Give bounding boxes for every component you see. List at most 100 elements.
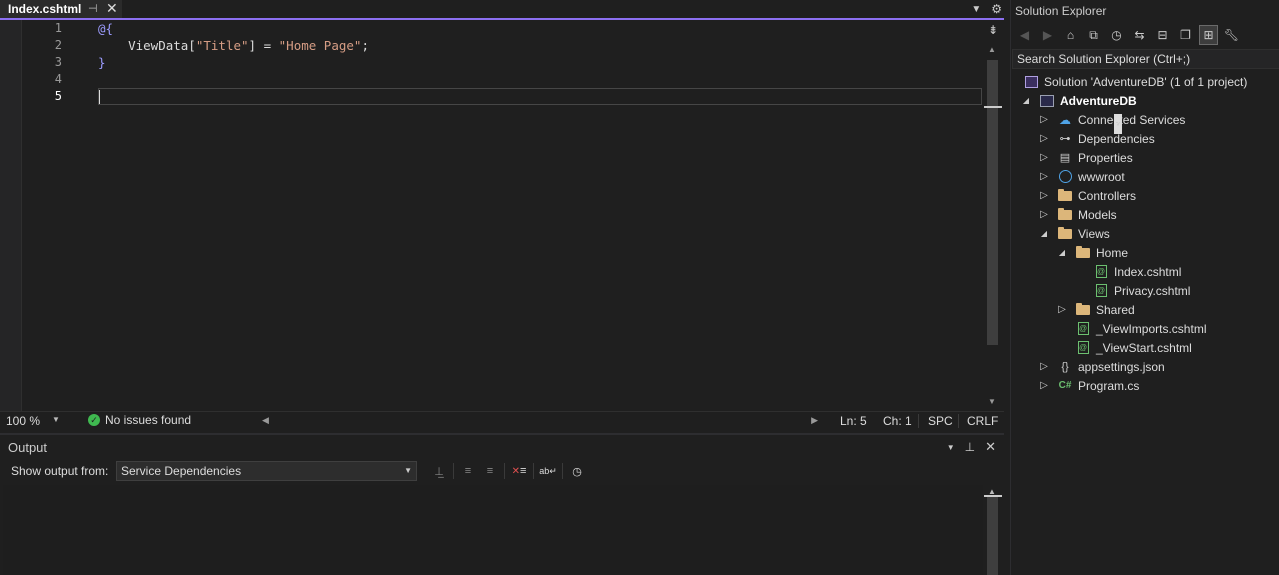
issues-text: No issues found <box>105 413 192 427</box>
expanded-arrow-icon[interactable]: ◢ <box>1019 96 1033 105</box>
code-token: "Home Page" <box>278 38 362 53</box>
find-message-icon[interactable]: ⊥̲ <box>428 462 450 480</box>
close-icon[interactable]: ✕ <box>985 439 996 455</box>
issues-indicator[interactable]: ✓ No issues found <box>88 413 191 427</box>
toggle-word-wrap-icon[interactable]: ab↵ <box>537 462 559 480</box>
code-line[interactable]: } <box>98 55 106 70</box>
zoom-dropdown-icon[interactable]: ▼ <box>52 415 60 424</box>
line-indicator[interactable]: Ln: 5 <box>840 414 867 428</box>
collapsed-arrow-icon[interactable]: ▷ <box>1037 133 1051 144</box>
pin-icon[interactable]: ⊣ <box>88 2 98 15</box>
expanded-arrow-icon[interactable]: ◢ <box>1037 229 1051 238</box>
folder-icon <box>1075 302 1091 317</box>
collapsed-arrow-icon[interactable]: ▷ <box>1037 114 1051 125</box>
tree-item[interactable]: ▷ Models <box>1037 205 1117 224</box>
solution-explorer-title: Solution Explorer <box>1015 4 1107 18</box>
collapse-all-icon[interactable]: ⊟ <box>1153 25 1172 45</box>
tree-item[interactable]: ▷ C# Program.cs <box>1037 376 1139 395</box>
switch-views-icon[interactable]: ⧉ <box>1084 25 1103 45</box>
tree-item[interactable]: ▷ Shared <box>1055 300 1135 319</box>
tree-item[interactable]: ◢ Views <box>1037 224 1110 243</box>
tree-item[interactable]: ◢ AdventureDB <box>1019 91 1137 110</box>
tree-item[interactable]: @ _ViewStart.cshtml <box>1055 338 1192 357</box>
tree-item[interactable]: @ Index.cshtml <box>1073 262 1181 281</box>
tree-item[interactable]: Solution 'AdventureDB' (1 of 1 project) <box>1023 72 1247 91</box>
line-number: 3 <box>54 55 62 69</box>
tree-item-label: Controllers <box>1078 188 1137 203</box>
json-file-icon: {} <box>1061 360 1069 373</box>
expanded-arrow-icon[interactable]: ◢ <box>1055 248 1069 257</box>
tree-item[interactable]: ▷ ▤ Properties <box>1037 148 1133 167</box>
razor-file-icon: @ <box>1077 341 1089 354</box>
output-title: Output <box>8 440 48 455</box>
tree-item-label: wwwroot <box>1078 169 1125 184</box>
preview-selected-items-icon[interactable]: ⊞ <box>1199 25 1218 45</box>
previous-message-icon[interactable]: ≡ <box>457 462 479 480</box>
scroll-down-icon[interactable]: ▼ <box>988 397 996 406</box>
whitespace-indicator[interactable]: SPC <box>928 414 953 428</box>
collapsed-arrow-icon[interactable]: ▷ <box>1037 209 1051 220</box>
settings-gear-icon[interactable]: ⚙ <box>991 2 1002 16</box>
tree-item-label: Solution 'AdventureDB' (1 of 1 project) <box>1044 74 1248 89</box>
pending-changes-filter-icon[interactable]: ◷ <box>1107 25 1126 45</box>
scrollbar-thumb[interactable] <box>987 497 998 575</box>
scrollbar-thumb[interactable] <box>987 60 998 345</box>
sync-with-document-icon[interactable]: ⇆ <box>1130 25 1149 45</box>
zoom-level[interactable]: 100 % <box>6 414 40 428</box>
close-icon[interactable]: ✕ <box>106 0 118 17</box>
folder-icon <box>1075 245 1091 260</box>
next-message-icon[interactable]: ≡ <box>479 462 501 480</box>
output-toolbar: ⊥̲ ≡ ≡ ✕ ≡ ab↵ ◷ <box>428 462 588 480</box>
output-text-area[interactable] <box>3 485 983 575</box>
output-source-select[interactable]: Service Dependencies ▼ <box>116 461 417 481</box>
scroll-right-icon[interactable]: ▶ <box>811 415 818 426</box>
collapsed-arrow-icon[interactable]: ▷ <box>1037 152 1051 163</box>
home-icon[interactable]: ⌂ <box>1061 25 1080 45</box>
tab-title: Index.cshtml <box>8 2 82 16</box>
tree-item-label: Shared <box>1096 302 1135 317</box>
show-all-files-icon[interactable]: ❐ <box>1176 25 1195 45</box>
tab-list-dropdown-icon[interactable]: ▼ <box>971 4 981 15</box>
tree-item-label: Privacy.cshtml <box>1114 283 1191 298</box>
code-line[interactable]: @{ <box>98 21 113 36</box>
collapsed-arrow-icon[interactable]: ▷ <box>1037 171 1051 182</box>
properties-wrench-icon[interactable]: 🔧︎ <box>1222 25 1241 45</box>
code-token: ViewData[ <box>98 38 196 53</box>
code-line[interactable]: ViewData["Title"] = "Home Page"; <box>98 38 369 53</box>
editor-horizontal-scrollbar[interactable]: ◀ ▶ <box>262 415 818 427</box>
connected-services-icon: ☁ <box>1059 112 1071 127</box>
code-token: ; <box>361 38 369 53</box>
clear-all-icon[interactable]: ✕ ≡ <box>508 462 530 480</box>
tree-item[interactable]: ▷ {} appsettings.json <box>1037 357 1165 376</box>
forward-icon[interactable]: ▶ <box>1038 25 1057 45</box>
tree-item[interactable]: @ Privacy.cshtml <box>1073 281 1190 300</box>
collapsed-arrow-icon[interactable]: ▷ <box>1037 380 1051 391</box>
editor-vertical-scrollbar[interactable]: ⇟ ▲ ▼ <box>984 20 1002 411</box>
pin-icon[interactable]: ⊥ <box>965 440 975 454</box>
output-source-value: Service Dependencies <box>121 464 242 478</box>
tree-item[interactable]: ▷ wwwroot <box>1037 167 1125 186</box>
scroll-up-icon[interactable]: ▲ <box>988 487 996 496</box>
tree-item[interactable]: @ _ViewImports.cshtml <box>1055 319 1206 338</box>
split-window-icon[interactable]: ⇟ <box>988 23 998 37</box>
output-vertical-scrollbar[interactable]: ▲ <box>984 485 1002 575</box>
window-position-dropdown-icon[interactable]: ▼ <box>947 443 955 452</box>
tree-item[interactable]: ◢ Home <box>1055 243 1128 262</box>
char-indicator[interactable]: Ch: 1 <box>883 414 912 428</box>
search-solution-input[interactable]: Search Solution Explorer (Ctrl+;) <box>1012 49 1279 69</box>
tree-item[interactable]: ▷ Controllers <box>1037 186 1136 205</box>
tree-item[interactable]: ▷ ⊶ Dependencies <box>1037 129 1155 148</box>
tree-item[interactable]: ▷ ☁ Connected Services <box>1037 110 1185 129</box>
tab-index-cshtml[interactable]: Index.cshtml ⊣ ✕ <box>0 0 122 18</box>
collapsed-arrow-icon[interactable]: ▷ <box>1055 304 1069 315</box>
collapsed-arrow-icon[interactable]: ▷ <box>1037 190 1051 201</box>
editor-status-bar: 100 % ▼ ✓ No issues found ◀ ▶ Ln: 5 Ch: … <box>0 411 1004 429</box>
collapsed-arrow-icon[interactable]: ▷ <box>1037 361 1051 372</box>
clock-icon[interactable]: ◷ <box>566 462 588 480</box>
back-icon[interactable]: ◀ <box>1015 25 1034 45</box>
scroll-left-icon[interactable]: ◀ <box>262 415 269 426</box>
line-ending-indicator[interactable]: CRLF <box>967 414 998 428</box>
editor-margin <box>0 20 22 411</box>
code-token: } <box>98 55 106 70</box>
scroll-up-icon[interactable]: ▲ <box>988 45 996 54</box>
